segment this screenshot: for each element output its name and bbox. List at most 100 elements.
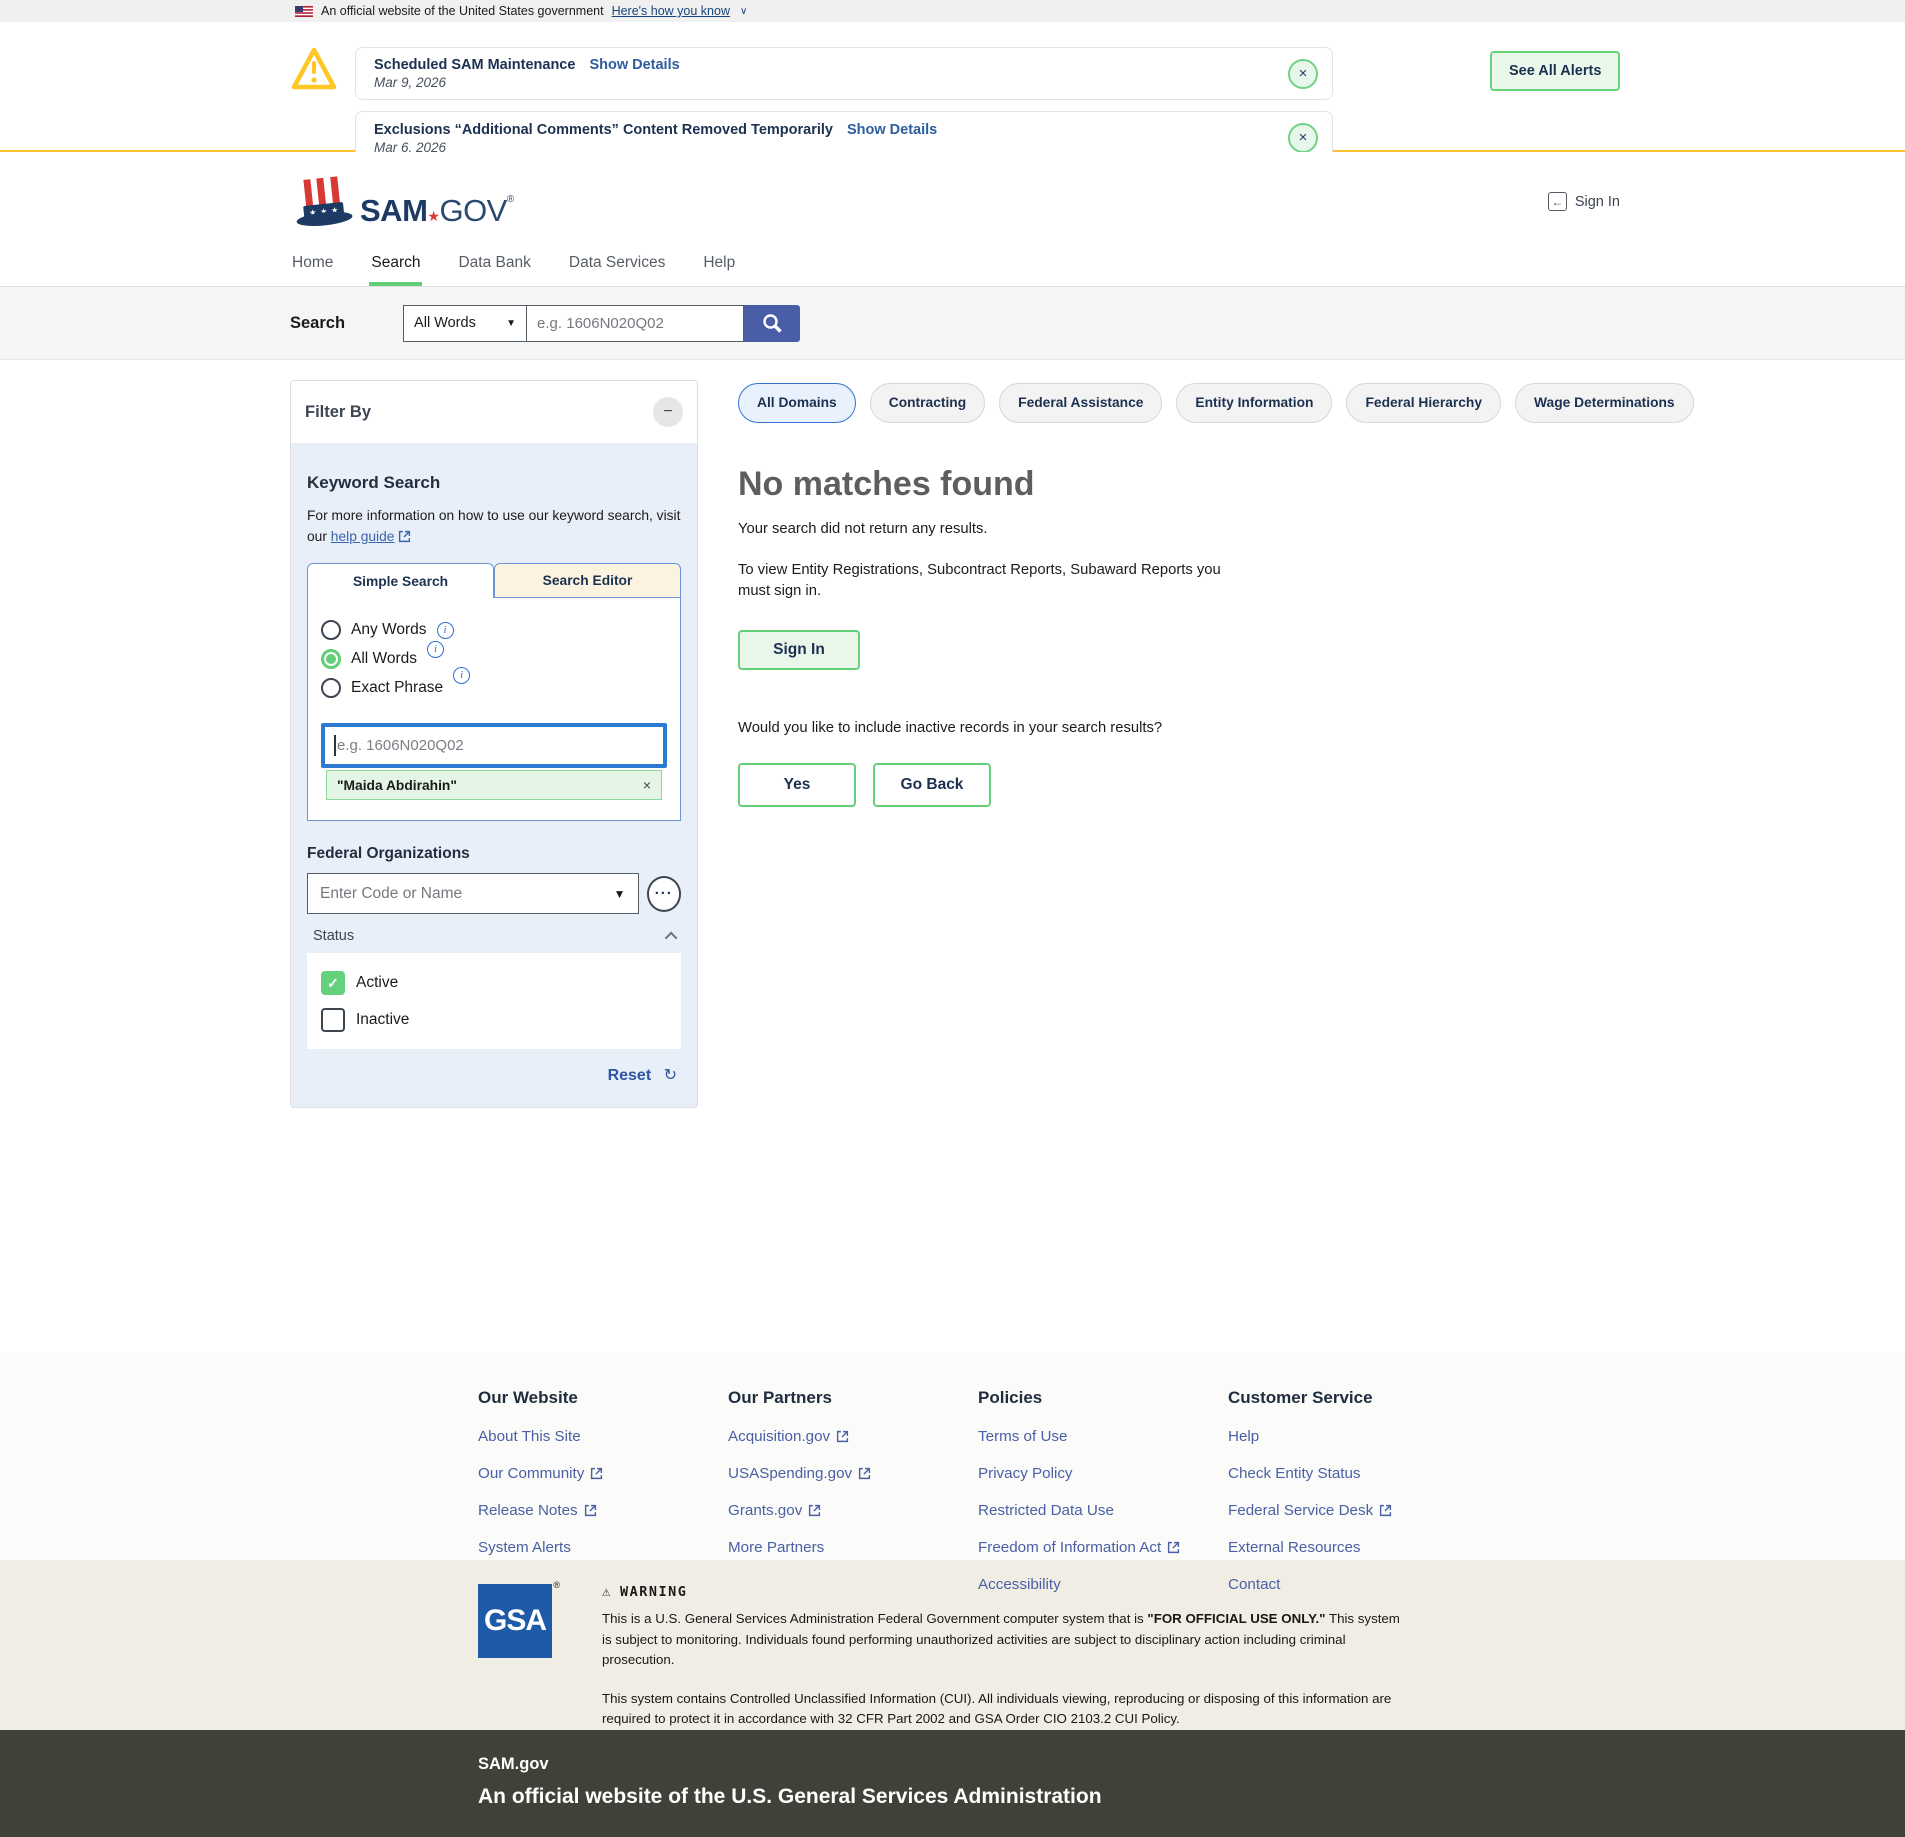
footer-link[interactable]: Privacy Policy [978, 1465, 1228, 1482]
checkbox-active[interactable]: ✓ Active [321, 971, 667, 995]
nav-item-search[interactable]: Search [369, 252, 422, 286]
footer-link[interactable]: USASpending.gov [728, 1465, 978, 1482]
footer-link[interactable]: Acquisition.gov [728, 1428, 978, 1445]
pill-entity-information[interactable]: Entity Information [1176, 383, 1332, 423]
alert-close-button[interactable]: × [1288, 59, 1318, 89]
radio-exact-phrase[interactable]: Exact Phrase i [321, 678, 667, 698]
pill-federal-hierarchy[interactable]: Federal Hierarchy [1346, 383, 1501, 423]
gsa-registered-mark: ® [553, 1580, 560, 1590]
alert-close-button[interactable]: × [1288, 123, 1318, 153]
banner-how-link[interactable]: Here's how you know [612, 4, 730, 18]
footer-link[interactable]: More Partners [728, 1539, 978, 1556]
reset-link[interactable]: Reset [608, 1067, 652, 1084]
radio-all-words[interactable]: All Words i [321, 649, 667, 669]
logo-text: SAM★GOV® [360, 195, 514, 232]
collapse-filter-button[interactable]: − [653, 397, 683, 427]
search-submit-button[interactable] [744, 305, 800, 342]
tab-simple-search[interactable]: Simple Search [307, 563, 494, 598]
more-options-button[interactable]: ··· [647, 876, 681, 912]
alert-show-details-link[interactable]: Show Details [847, 122, 937, 138]
yes-button[interactable]: Yes [738, 763, 856, 807]
warning-label-row: ⚠ WARNING [602, 1584, 1402, 1600]
bottom-tagline: An official website of the U.S. General … [478, 1785, 1905, 1809]
footer-heading: Customer Service [1228, 1388, 1478, 1408]
footer-col-our-website: Our Website About This Site Our Communit… [478, 1388, 728, 1550]
search-mode-value: All Words [414, 315, 476, 331]
pill-contracting[interactable]: Contracting [870, 383, 985, 423]
footer-link[interactable]: Check Entity Status [1228, 1465, 1478, 1482]
sign-in-label: Sign In [1575, 194, 1620, 210]
logo-gov: GOV [439, 193, 506, 228]
footer-link[interactable]: Terms of Use [978, 1428, 1228, 1445]
reset-icon[interactable]: ↻ [664, 1067, 677, 1084]
footer-link[interactable]: Our Community [478, 1465, 728, 1482]
checkbox-unchecked[interactable] [321, 1008, 345, 1032]
warning-icon: ⚠ [602, 1584, 612, 1600]
pill-all-domains[interactable]: All Domains [738, 383, 856, 423]
sign-in-button[interactable]: Sign In [738, 630, 860, 670]
footer-link[interactable]: Help [1228, 1428, 1478, 1445]
logo-sam: SAM [360, 193, 427, 228]
info-icon[interactable]: i [453, 667, 470, 684]
go-back-button[interactable]: Go Back [873, 763, 991, 807]
chip-remove-icon[interactable]: × [643, 777, 651, 793]
info-icon[interactable]: i [437, 622, 454, 639]
results-area: All Domains Contracting Federal Assistan… [738, 380, 1694, 807]
nav-item-data-services[interactable]: Data Services [567, 252, 667, 286]
keyword-input[interactable] [325, 727, 663, 764]
help-guide-link[interactable]: help guide [331, 529, 395, 544]
magnifier-icon [761, 312, 783, 334]
status-box: ✓ Active Inactive [307, 953, 681, 1049]
simple-search-panel: Any Words i All Words i Exact Phrase i [307, 598, 681, 821]
nav-item-data-bank[interactable]: Data Bank [456, 252, 532, 286]
filter-panel-header: Filter By − [291, 381, 697, 443]
checkbox-inactive[interactable]: Inactive [321, 1008, 667, 1032]
footer-link[interactable]: Federal Service Desk [1228, 1502, 1478, 1519]
footer-link[interactable]: About This Site [478, 1428, 728, 1445]
federal-orgs-combo[interactable]: Enter Code or Name ▼ [307, 873, 639, 914]
footer-link[interactable]: Release Notes [478, 1502, 728, 1519]
footer-link[interactable]: Freedom of Information Act [978, 1539, 1228, 1556]
main-content: Filter By − Keyword Search For more info… [0, 360, 1905, 1352]
pill-wage-determinations[interactable]: Wage Determinations [1515, 383, 1694, 423]
pill-federal-assistance[interactable]: Federal Assistance [999, 383, 1162, 423]
search-mode-select[interactable]: All Words ▼ [403, 305, 527, 342]
chevron-up-icon[interactable] [665, 931, 678, 944]
see-all-alerts-button[interactable]: See All Alerts [1490, 51, 1620, 91]
nav-item-home[interactable]: Home [290, 252, 335, 286]
header-sign-in[interactable]: ← Sign In [1548, 192, 1620, 211]
radio-button[interactable] [321, 678, 341, 698]
warning-paragraph-2: This system contains Controlled Unclassi… [602, 1689, 1402, 1730]
us-flag-icon [295, 6, 313, 17]
federal-orgs-heading: Federal Organizations [307, 845, 681, 863]
sign-in-required-text: To view Entity Registrations, Subcontrac… [738, 560, 1243, 603]
checkbox-checked[interactable]: ✓ [321, 971, 345, 995]
tab-search-editor[interactable]: Search Editor [494, 563, 681, 598]
alert-title: Scheduled SAM Maintenance [374, 57, 575, 73]
nav-item-help[interactable]: Help [701, 252, 737, 286]
search-input[interactable] [527, 305, 744, 342]
keyword-search-heading: Keyword Search [307, 473, 681, 493]
external-link-icon [836, 1430, 849, 1443]
info-icon[interactable]: i [427, 641, 444, 658]
gov-banner: An official website of the United States… [0, 0, 1905, 22]
alert-show-details-link[interactable]: Show Details [589, 57, 679, 73]
footer-heading: Policies [978, 1388, 1228, 1408]
warning-block: ⚠ WARNING This is a U.S. General Service… [602, 1584, 1402, 1730]
warning-paragraph-1: This is a U.S. General Services Administ… [602, 1609, 1402, 1671]
footer-link[interactable]: Restricted Data Use [978, 1502, 1228, 1519]
external-link-icon [1379, 1504, 1392, 1517]
warning-label: WARNING [620, 1584, 687, 1600]
uncle-sam-hat-icon: ★★★ [290, 174, 356, 232]
gsa-logo: GSA [478, 1584, 552, 1658]
footer-link[interactable]: External Resources [1228, 1539, 1478, 1556]
radio-button-selected[interactable] [321, 649, 341, 669]
search-bar: Search All Words ▼ [0, 287, 1905, 360]
radio-any-words[interactable]: Any Words i [321, 620, 667, 640]
radio-button[interactable] [321, 620, 341, 640]
footer-links: Our Website About This Site Our Communit… [0, 1352, 1905, 1560]
samgov-logo[interactable]: ★★★ SAM★GOV® [290, 174, 514, 232]
footer-link[interactable]: System Alerts [478, 1539, 728, 1556]
footer-link[interactable]: Grants.gov [728, 1502, 978, 1519]
main-nav: Home Search Data Bank Data Services Help [0, 252, 1905, 287]
